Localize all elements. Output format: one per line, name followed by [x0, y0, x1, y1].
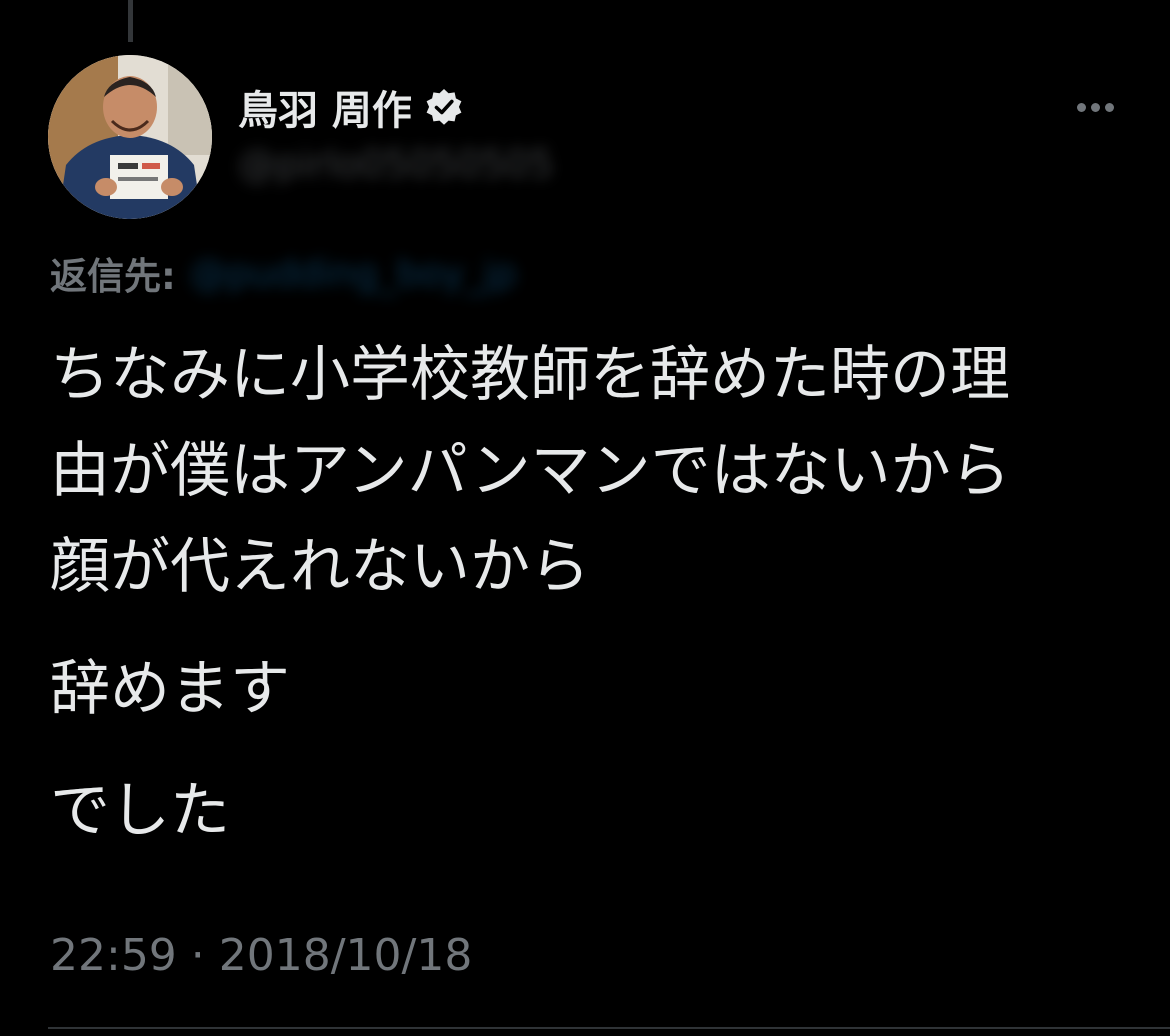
more-options-button[interactable] — [1068, 90, 1122, 124]
author-handle[interactable]: @pirlo05050505 — [238, 142, 554, 186]
tweet-text-line: 顔が代えれないから — [50, 532, 590, 602]
author-display-name[interactable]: 鳥羽 周作 — [238, 78, 412, 136]
avatar[interactable] — [48, 55, 212, 219]
thread-connector-line — [128, 0, 133, 42]
tweet-text-line: 辞めます — [50, 654, 290, 724]
verified-badge-icon — [426, 89, 462, 125]
divider — [48, 1027, 1170, 1029]
tweet-paragraph: でした — [50, 763, 1130, 859]
tweet-text-line: 由が僕はアンパンマンではないから — [50, 436, 1011, 506]
tweet-paragraph: 辞めます — [50, 641, 1130, 737]
replying-to-label: 返信先: — [50, 255, 176, 298]
tweet-paragraph: ちなみに小学校教師を辞めた時の理 由が僕はアンパンマンではないから 顔が代えれな… — [50, 327, 1130, 615]
author-name-row: 鳥羽 周作 — [238, 82, 464, 134]
replying-to-row: 返信先: @pudding_boy_jp — [50, 246, 517, 300]
replying-to-handle-link[interactable]: @pudding_boy_jp — [190, 252, 517, 295]
more-horizontal-icon — [1076, 102, 1114, 112]
tweet-timestamp[interactable]: 22:59 · 2018/10/18 — [50, 930, 472, 981]
profile-photo-icon — [48, 55, 212, 219]
tweet-text: ちなみに小学校教師を辞めた時の理 由が僕はアンパンマンではないから 顔が代えれな… — [50, 327, 1130, 885]
tweet-text-line: ちなみに小学校教師を辞めた時の理 — [50, 340, 1010, 410]
tweet-text-line: でした — [50, 776, 230, 846]
